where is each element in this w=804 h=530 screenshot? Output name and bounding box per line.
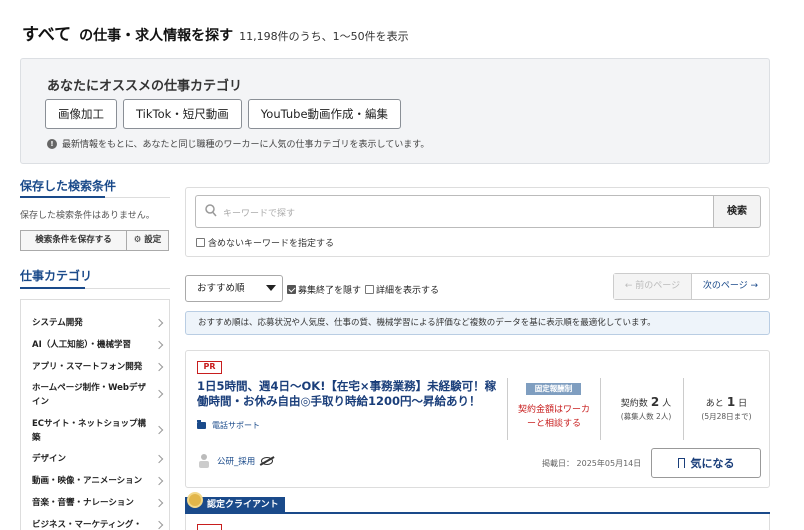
exclude-checkbox[interactable] <box>196 238 205 247</box>
job-card: PR 1日5時間、週4日〜OK!【在宅×事務業務】未経験可！稼働時間・お休み自由… <box>185 350 770 488</box>
sort-explanation: おすすめ順は、応募状況や人気度、仕事の質、機械学習による評価など複数のデータを基… <box>185 311 770 335</box>
show-details-checkbox[interactable] <box>365 285 374 294</box>
settings-label: 設定 <box>144 235 162 245</box>
remaining-sub: (5月28日まで) <box>701 412 752 421</box>
category-item[interactable]: デザイン <box>32 452 150 466</box>
recommended-tag[interactable]: YouTube動画作成・編集 <box>247 99 402 129</box>
job-category[interactable]: 電話サポート <box>197 420 260 431</box>
divider <box>683 378 684 440</box>
category-item[interactable]: 動画・映像・アニメーション <box>32 474 150 488</box>
category-item[interactable]: ホームページ制作・Webデザイン <box>32 381 150 409</box>
show-details-toggle[interactable]: 詳細を表示する <box>365 283 439 296</box>
category-item[interactable]: システム開発 <box>32 316 150 330</box>
client-info[interactable]: 公研_採用 <box>197 453 274 468</box>
category-item[interactable]: 音楽・音響・ナレーション <box>32 496 150 510</box>
info-icon: ! <box>47 138 57 149</box>
remaining-value: 1 <box>726 395 736 409</box>
remaining-unit: 日 <box>738 399 748 409</box>
chevron-right-icon <box>154 520 164 530</box>
search-icon <box>205 204 217 217</box>
client-avatar <box>199 454 209 468</box>
exclude-label: 含めないキーワードを指定する <box>208 239 335 249</box>
chevron-right-icon <box>154 498 164 508</box>
job-category-label: 電話サポート <box>212 421 260 430</box>
title-text: の仕事・求人情報を探す <box>79 28 234 44</box>
chevron-right-icon <box>154 340 164 350</box>
recommended-tag[interactable]: 画像加工 <box>45 99 117 129</box>
contracts-sub: (募集人数 2人) <box>620 412 672 421</box>
recommended-categories: あなたにオススメの仕事カテゴリ 画像加工 TikTok・短尺動画 YouTube… <box>20 58 770 164</box>
chevron-right-icon <box>154 476 164 486</box>
favorite-button[interactable]: 気になる <box>651 448 761 478</box>
contracts-unit: 人 <box>662 399 672 409</box>
chevron-right-icon <box>154 425 164 435</box>
saved-search-empty: 保存した検索条件はありません。 <box>20 211 155 221</box>
pay-amount: 契約金額はワーカーと相談する <box>517 405 590 429</box>
title-category: すべて <box>22 25 72 45</box>
divider <box>507 378 508 440</box>
job-card <box>185 514 770 530</box>
chevron-right-icon <box>154 318 164 328</box>
contracts-value: 2 <box>650 395 660 409</box>
divider <box>20 196 170 198</box>
show-details-label: 詳細を表示する <box>376 286 440 296</box>
pay-type-badge: 固定報酬制 <box>526 383 581 395</box>
search-placeholder: キーワードで探す <box>223 209 296 219</box>
client-name: 公研_採用 <box>217 456 256 467</box>
recommended-note: ! 最新情報をもとに、あなたと同じ職種のワーカーに人気の仕事カテゴリを表示してい… <box>47 137 429 150</box>
favorite-label: 気になる <box>690 457 735 470</box>
search-button[interactable]: 検索 <box>713 195 761 228</box>
divider <box>20 287 170 289</box>
category-list: システム開発 AI（人工知能）・機械学習 アプリ・スマートフォン開発 ホームペー… <box>20 299 170 530</box>
category-heading: 仕事カテゴリ <box>20 269 93 283</box>
divider <box>600 378 601 440</box>
next-page-button[interactable]: 次のページ → <box>692 274 769 299</box>
bookmark-icon <box>677 458 685 471</box>
remaining-stat: あと 1 日 (5月28日まで) <box>689 395 764 422</box>
category-item[interactable]: ビジネス・マーケティング・企 <box>32 518 150 530</box>
category-item[interactable]: ECサイト・ネットショップ構築 <box>32 417 150 445</box>
recommended-note-text: 最新情報をもとに、あなたと同じ職種のワーカーに人気の仕事カテゴリを表示しています… <box>62 140 430 150</box>
saved-search-heading: 保存した検索条件 <box>20 179 117 193</box>
folder-icon <box>197 420 206 429</box>
pr-badge <box>197 524 222 530</box>
recommended-tag[interactable]: TikTok・短尺動画 <box>123 99 242 129</box>
hide-closed-checkbox[interactable] <box>287 285 296 294</box>
page-title: すべて の仕事・求人情報を探す 11,198件のうち、1〜50件を表示 <box>22 20 409 45</box>
chevron-right-icon <box>154 389 164 399</box>
chevron-right-icon <box>154 454 164 464</box>
medal-icon <box>187 492 203 508</box>
search-input[interactable]: キーワードで探す <box>195 195 713 228</box>
result-count: 11,198件のうち、1〜50件を表示 <box>239 30 409 43</box>
search-panel: キーワードで探す 検索 含めないキーワードを指定する <box>185 187 770 257</box>
contracts-stat: 契約数 2 人 (募集人数 2人) <box>606 395 686 422</box>
posted-date: 掲載日： 2025年05月14日 <box>542 459 642 468</box>
settings-button[interactable]: ⚙ 設定 <box>127 230 169 251</box>
hide-closed-toggle[interactable]: 募集終了を隠す <box>287 283 361 296</box>
job-title-link[interactable]: 1日5時間、週4日〜OK!【在宅×事務業務】未経験可！稼働時間・お休み自由◎手取… <box>197 379 497 409</box>
chevron-right-icon <box>154 362 164 372</box>
contracts-label: 契約数 <box>620 399 648 409</box>
recommended-title: あなたにオススメの仕事カテゴリ <box>47 79 243 94</box>
prev-page-button[interactable]: ← 前のページ <box>614 274 692 299</box>
exclude-keywords-toggle[interactable]: 含めないキーワードを指定する <box>196 236 334 249</box>
category-item[interactable]: AI（人工知能）・機械学習 <box>32 338 150 352</box>
pagination: ← 前のページ 次のページ → <box>613 273 770 300</box>
gear-icon: ⚙ <box>133 235 142 245</box>
category-item[interactable]: アプリ・スマートフォン開発 <box>32 360 150 374</box>
pr-badge: PR <box>197 361 222 374</box>
saved-search-actions: 検索条件を保存する ⚙ 設定 <box>20 230 169 251</box>
save-search-button[interactable]: 検索条件を保存する <box>20 230 127 251</box>
hide-closed-label: 募集終了を隠す <box>298 286 362 296</box>
eye-off-icon <box>261 456 274 465</box>
sort-select[interactable]: おすすめ順 <box>185 275 283 302</box>
remaining-label: あと <box>705 399 724 409</box>
recommended-tags: 画像加工 TikTok・短尺動画 YouTube動画作成・編集 <box>45 99 402 129</box>
